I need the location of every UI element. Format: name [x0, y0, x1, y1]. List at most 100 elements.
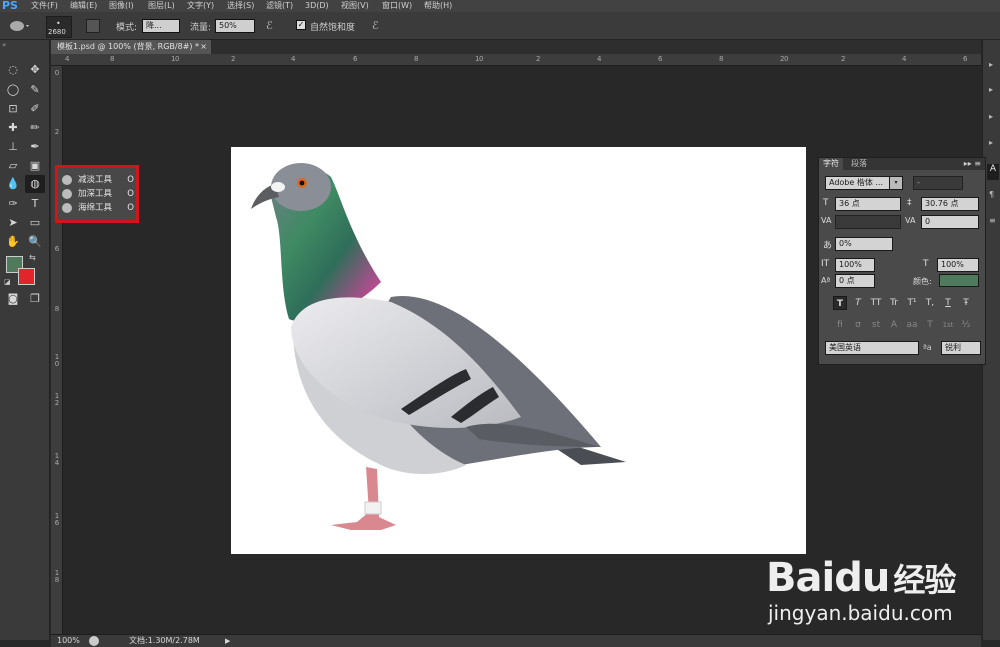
blur-tool-icon[interactable]: 💧 — [3, 175, 23, 193]
all-caps-button[interactable]: TT — [869, 296, 883, 310]
lasso-tool-icon[interactable]: ◯ — [3, 81, 23, 99]
tool-preset-picker[interactable] — [8, 19, 30, 33]
zoom-tool-icon[interactable]: 🔍 — [25, 233, 45, 251]
menu-help[interactable]: 帮助(H) — [424, 0, 452, 11]
brush-size-picker[interactable]: • 2680 — [46, 16, 72, 38]
collapse-icon[interactable]: « — [2, 41, 6, 49]
faux-bold-button[interactable]: T — [833, 296, 847, 310]
quick-select-tool-icon[interactable]: ✎ — [25, 81, 45, 99]
move-tool-icon[interactable]: ✥ — [25, 61, 45, 79]
brush-tool-icon[interactable]: ✏ — [25, 119, 45, 137]
menu-filter[interactable]: 滤镜(T) — [266, 0, 293, 11]
close-tab-icon[interactable]: × — [200, 40, 207, 54]
ruler-top-label: 6 — [353, 55, 358, 63]
sponge-tool-icon[interactable]: ◍ — [25, 175, 45, 193]
eyedropper-tool-icon[interactable]: ✐ — [25, 100, 45, 118]
font-style-value: - — [917, 178, 920, 187]
pressure-icon[interactable]: ℰ — [372, 19, 379, 32]
small-caps-button[interactable]: Tr — [887, 296, 901, 310]
menu-view[interactable]: 视图(V) — [341, 0, 369, 11]
type-tool-icon[interactable]: T — [25, 195, 45, 213]
ruler-top-label: 2 — [841, 55, 846, 63]
path-select-tool-icon[interactable]: ➤ — [3, 214, 23, 232]
pen-tool-icon[interactable]: ✑ — [3, 195, 23, 213]
vibrance-checkbox[interactable]: ✓ — [296, 20, 306, 30]
antialias-dropdown[interactable]: 锐利 — [941, 341, 981, 355]
brush-panel-toggle-icon[interactable] — [86, 19, 100, 33]
titling-alt-button[interactable]: aa — [905, 318, 919, 332]
document-canvas[interactable] — [231, 147, 806, 554]
ordinals-button[interactable]: 1st — [941, 318, 955, 332]
zoom-level[interactable]: 100% — [57, 635, 80, 647]
healing-tool-icon[interactable]: ✚ — [3, 119, 23, 137]
dodge-tool-item[interactable]: 减淡工具 O — [62, 174, 134, 187]
dodge-icon — [62, 175, 72, 185]
sponge-tool-item[interactable]: 海绵工具 O — [62, 202, 134, 215]
horizontal-scale-value: 100% — [941, 260, 964, 269]
baseline-shift-input[interactable]: 0 点 — [835, 274, 875, 288]
font-size-input[interactable]: 36 点 — [835, 197, 901, 211]
mode-dropdown[interactable]: 降... — [142, 19, 180, 33]
crop-tool-icon[interactable]: ⊡ — [3, 100, 23, 118]
text-color-swatch[interactable] — [939, 274, 979, 287]
menu-select[interactable]: 选择(S) — [227, 0, 254, 11]
background-color-swatch[interactable] — [18, 268, 35, 285]
burn-tool-item[interactable]: 加深工具 O — [62, 188, 134, 201]
default-colors-icon[interactable]: ◪ — [4, 278, 11, 286]
horizontal-scale-input[interactable]: 100% — [937, 258, 979, 272]
menu-image[interactable]: 图像(I) — [109, 0, 134, 11]
font-size-icon: T — [823, 198, 829, 208]
character-dock-icon[interactable]: A — [987, 164, 999, 180]
stamp-tool-icon[interactable]: ⊥ — [3, 138, 23, 156]
status-menu-arrow-icon[interactable]: ▶ — [225, 635, 230, 647]
menu-edit[interactable]: 编辑(E) — [70, 0, 97, 11]
screen-mode-icon[interactable]: ❐ — [25, 290, 45, 308]
strikethrough-button[interactable]: Ŧ — [959, 296, 973, 310]
document-tab[interactable]: 模板1.psd @ 100% (背景, RGB/8#) * × — [51, 40, 211, 54]
font-family-arrow-icon[interactable]: ▾ — [889, 176, 903, 190]
faux-italic-button[interactable]: T — [851, 296, 865, 310]
ligature-button[interactable]: fi — [833, 318, 847, 332]
swash-button[interactable]: st — [869, 318, 883, 332]
gradient-tool-icon[interactable]: ▣ — [25, 157, 45, 175]
alt-ligature-button[interactable]: σ — [851, 318, 865, 332]
tracking-input[interactable]: 0 — [921, 215, 979, 229]
scale-input[interactable]: 0% — [835, 237, 893, 251]
menu-file[interactable]: 文件(F) — [31, 0, 58, 11]
history-brush-tool-icon[interactable]: ✒ — [25, 138, 45, 156]
kerning-input[interactable] — [835, 215, 901, 229]
hand-tool-icon[interactable]: ✋ — [3, 233, 23, 251]
menu-type[interactable]: 文字(Y) — [187, 0, 214, 11]
dock-icon[interactable]: ▸ — [989, 138, 993, 147]
font-style-dropdown[interactable]: - — [913, 176, 963, 190]
status-icon[interactable] — [89, 636, 99, 646]
ruler-left-label: 1 4 — [54, 452, 60, 467]
subscript-button[interactable]: T, — [923, 296, 937, 310]
underline-button[interactable]: T — [941, 296, 955, 310]
language-dropdown[interactable]: 美国英语 — [825, 341, 919, 355]
dock-icon[interactable]: ¶ — [989, 190, 994, 199]
dock-icon[interactable]: ▸ — [989, 60, 993, 69]
ornaments-button[interactable]: T — [923, 318, 937, 332]
vertical-scale-input[interactable]: 100% — [835, 258, 875, 272]
dock-icon[interactable]: ≡ — [989, 216, 996, 225]
dock-icon[interactable]: ▸ — [989, 85, 993, 94]
dock-icon[interactable]: ▸ — [989, 112, 993, 121]
menu-window[interactable]: 窗口(W) — [382, 0, 412, 11]
menu-3d[interactable]: 3D(D) — [305, 0, 329, 11]
shape-tool-icon[interactable]: ▭ — [25, 214, 45, 232]
swap-colors-icon[interactable]: ⇆ — [29, 253, 36, 262]
flow-input[interactable]: 50% — [215, 19, 255, 33]
fractions-button[interactable]: ½ — [959, 318, 973, 332]
superscript-button[interactable]: T¹ — [905, 296, 919, 310]
stylistic-alt-button[interactable]: A — [887, 318, 901, 332]
menu-layer[interactable]: 图层(L) — [148, 0, 175, 11]
eraser-tool-icon[interactable]: ▱ — [3, 157, 23, 175]
panel-menu-icon[interactable]: ▸▸ ≡ — [964, 159, 981, 168]
leading-input[interactable]: 30.76 点 — [921, 197, 979, 211]
quick-mask-icon[interactable]: ◙ — [3, 290, 23, 308]
marquee-tool-icon[interactable]: ◌ — [3, 61, 23, 79]
tab-paragraph[interactable]: 段落 — [847, 158, 871, 170]
airbrush-icon[interactable]: ℰ — [266, 19, 273, 32]
tab-character[interactable]: 字符 — [819, 158, 843, 170]
